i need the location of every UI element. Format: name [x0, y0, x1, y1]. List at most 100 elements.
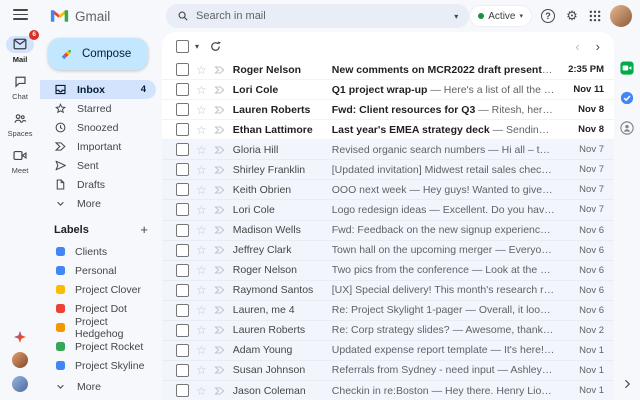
- importance-marker-icon[interactable]: [213, 304, 226, 316]
- importance-marker-icon[interactable]: [213, 104, 226, 116]
- star-icon[interactable]: ☆: [196, 344, 207, 356]
- star-icon[interactable]: ☆: [196, 84, 207, 96]
- label-item-project-rocket[interactable]: Project Rocket: [40, 337, 162, 356]
- row-checkbox[interactable]: [176, 243, 189, 257]
- importance-marker-icon[interactable]: [213, 244, 226, 256]
- star-icon[interactable]: ☆: [196, 324, 207, 336]
- star-icon[interactable]: ☆: [196, 385, 207, 397]
- importance-marker-icon[interactable]: [213, 204, 226, 216]
- account-avatar[interactable]: [610, 5, 632, 27]
- star-icon[interactable]: ☆: [196, 164, 207, 176]
- row-checkbox[interactable]: [176, 83, 189, 97]
- star-icon[interactable]: ☆: [196, 244, 207, 256]
- importance-marker-icon[interactable]: [213, 344, 226, 356]
- email-row[interactable]: ☆ Madison Wells Fwd: Feedback on the new…: [162, 220, 614, 241]
- star-icon[interactable]: ☆: [196, 304, 207, 316]
- row-checkbox[interactable]: [176, 63, 189, 77]
- avatar[interactable]: [12, 376, 28, 392]
- email-row[interactable]: ☆ Lori Cole Logo redesign ideas — Excell…: [162, 200, 614, 221]
- sidebar-item-inbox[interactable]: Inbox 4: [40, 80, 156, 99]
- sidebar-item-snoozed[interactable]: Snoozed: [40, 118, 156, 137]
- email-row[interactable]: ☆ Lauren Roberts Re: Corp strategy slide…: [162, 320, 614, 341]
- help-icon[interactable]: ?: [541, 9, 555, 23]
- row-checkbox[interactable]: [176, 303, 189, 317]
- sidebar-item-sent[interactable]: Sent: [40, 156, 156, 175]
- row-checkbox[interactable]: [176, 323, 189, 337]
- label-item-project-clover[interactable]: Project Clover: [40, 280, 162, 299]
- contacts-icon[interactable]: [620, 120, 635, 135]
- importance-marker-icon[interactable]: [213, 284, 226, 296]
- importance-marker-icon[interactable]: [213, 184, 226, 196]
- labels-more[interactable]: More: [40, 377, 156, 396]
- settings-gear-icon[interactable]: ⚙: [564, 8, 580, 24]
- label-item-project-hedgehog[interactable]: Project Hedgehog: [40, 316, 162, 340]
- newer-page-icon[interactable]: ‹: [575, 40, 579, 53]
- email-row[interactable]: ☆ Gloria Hill Revised organic search num…: [162, 140, 614, 161]
- email-row[interactable]: ☆ Susan Johnson Referrals from Sydney - …: [162, 360, 614, 381]
- email-row[interactable]: ☆ Roger Nelson Two pics from the confere…: [162, 260, 614, 281]
- star-icon[interactable]: ☆: [196, 104, 207, 116]
- row-checkbox[interactable]: [176, 384, 189, 398]
- row-checkbox[interactable]: [176, 183, 189, 197]
- email-row[interactable]: ☆ Lori Cole Q1 project wrap-up — Here's …: [162, 80, 614, 101]
- sidebar-item-important[interactable]: Important: [40, 137, 156, 156]
- search-bar[interactable]: Search in mail ▾: [166, 4, 470, 28]
- row-checkbox[interactable]: [176, 263, 189, 277]
- importance-marker-icon[interactable]: [213, 64, 226, 76]
- row-checkbox[interactable]: [176, 123, 189, 137]
- importance-marker-icon[interactable]: [213, 144, 226, 156]
- importance-marker-icon[interactable]: [213, 364, 226, 376]
- email-row[interactable]: ☆ Keith Obrien OOO next week — Hey guys!…: [162, 180, 614, 201]
- row-checkbox[interactable]: [176, 283, 189, 297]
- open-side-panel-chevron-icon[interactable]: [621, 378, 633, 390]
- compose-button[interactable]: Compose: [48, 38, 148, 70]
- email-row[interactable]: ☆ Raymond Santos [UX] Special delivery! …: [162, 280, 614, 301]
- star-icon[interactable]: ☆: [196, 64, 207, 76]
- importance-marker-icon[interactable]: [213, 84, 226, 96]
- label-item-personal[interactable]: Personal: [40, 261, 162, 280]
- search-options-caret-icon[interactable]: ▾: [454, 12, 458, 21]
- row-checkbox[interactable]: [176, 363, 189, 377]
- sparkle-icon[interactable]: [13, 330, 27, 344]
- star-icon[interactable]: ☆: [196, 264, 207, 276]
- star-icon[interactable]: ☆: [196, 284, 207, 296]
- meet-icon[interactable]: [620, 60, 635, 75]
- select-all-checkbox[interactable]: [176, 39, 189, 53]
- label-item-clients[interactable]: Clients: [40, 242, 162, 261]
- importance-marker-icon[interactable]: [213, 385, 226, 397]
- email-row[interactable]: ☆ Jeffrey Clark Town hall on the upcomin…: [162, 240, 614, 261]
- email-row[interactable]: ☆ Shirley Franklin [Updated invitation] …: [162, 160, 614, 181]
- sidebar-item-starred[interactable]: Starred: [40, 99, 156, 118]
- importance-marker-icon[interactable]: [213, 264, 226, 276]
- importance-marker-icon[interactable]: [213, 124, 226, 136]
- select-caret-icon[interactable]: ▾: [195, 42, 199, 51]
- avatar[interactable]: [12, 352, 28, 368]
- email-row[interactable]: ☆ Lauren Roberts Fwd: Client resources f…: [162, 100, 614, 121]
- search-input[interactable]: Search in mail: [196, 10, 266, 22]
- star-icon[interactable]: ☆: [196, 204, 207, 216]
- email-row[interactable]: ☆ Lauren, me 4 Re: Project Skylight 1-pa…: [162, 300, 614, 321]
- rail-item-chat[interactable]: Chat: [6, 73, 34, 101]
- refresh-icon[interactable]: [209, 40, 222, 53]
- importance-marker-icon[interactable]: [213, 224, 226, 236]
- rail-item-meet[interactable]: Meet: [6, 147, 34, 175]
- star-icon[interactable]: ☆: [196, 224, 207, 236]
- status-selector[interactable]: Active ▾: [469, 5, 532, 27]
- label-item-project-skyline[interactable]: Project Skyline: [40, 356, 162, 375]
- star-icon[interactable]: ☆: [196, 124, 207, 136]
- email-row[interactable]: ☆ Ethan Lattimore Last year's EMEA strat…: [162, 120, 614, 141]
- tasks-icon[interactable]: [620, 90, 635, 105]
- star-icon[interactable]: ☆: [196, 184, 207, 196]
- google-apps-grid-icon[interactable]: [589, 10, 601, 22]
- main-menu-icon[interactable]: [12, 9, 28, 20]
- row-checkbox[interactable]: [176, 103, 189, 117]
- star-icon[interactable]: ☆: [196, 144, 207, 156]
- rail-item-spaces[interactable]: Spaces: [6, 110, 34, 138]
- email-row[interactable]: ☆ Adam Young Updated expense report temp…: [162, 340, 614, 361]
- importance-marker-icon[interactable]: [213, 164, 226, 176]
- rail-item-mail[interactable]: 6 Mail: [6, 29, 39, 64]
- row-checkbox[interactable]: [176, 223, 189, 237]
- add-label-icon[interactable]: +: [140, 222, 148, 237]
- older-page-icon[interactable]: ›: [596, 40, 600, 53]
- importance-marker-icon[interactable]: [213, 324, 226, 336]
